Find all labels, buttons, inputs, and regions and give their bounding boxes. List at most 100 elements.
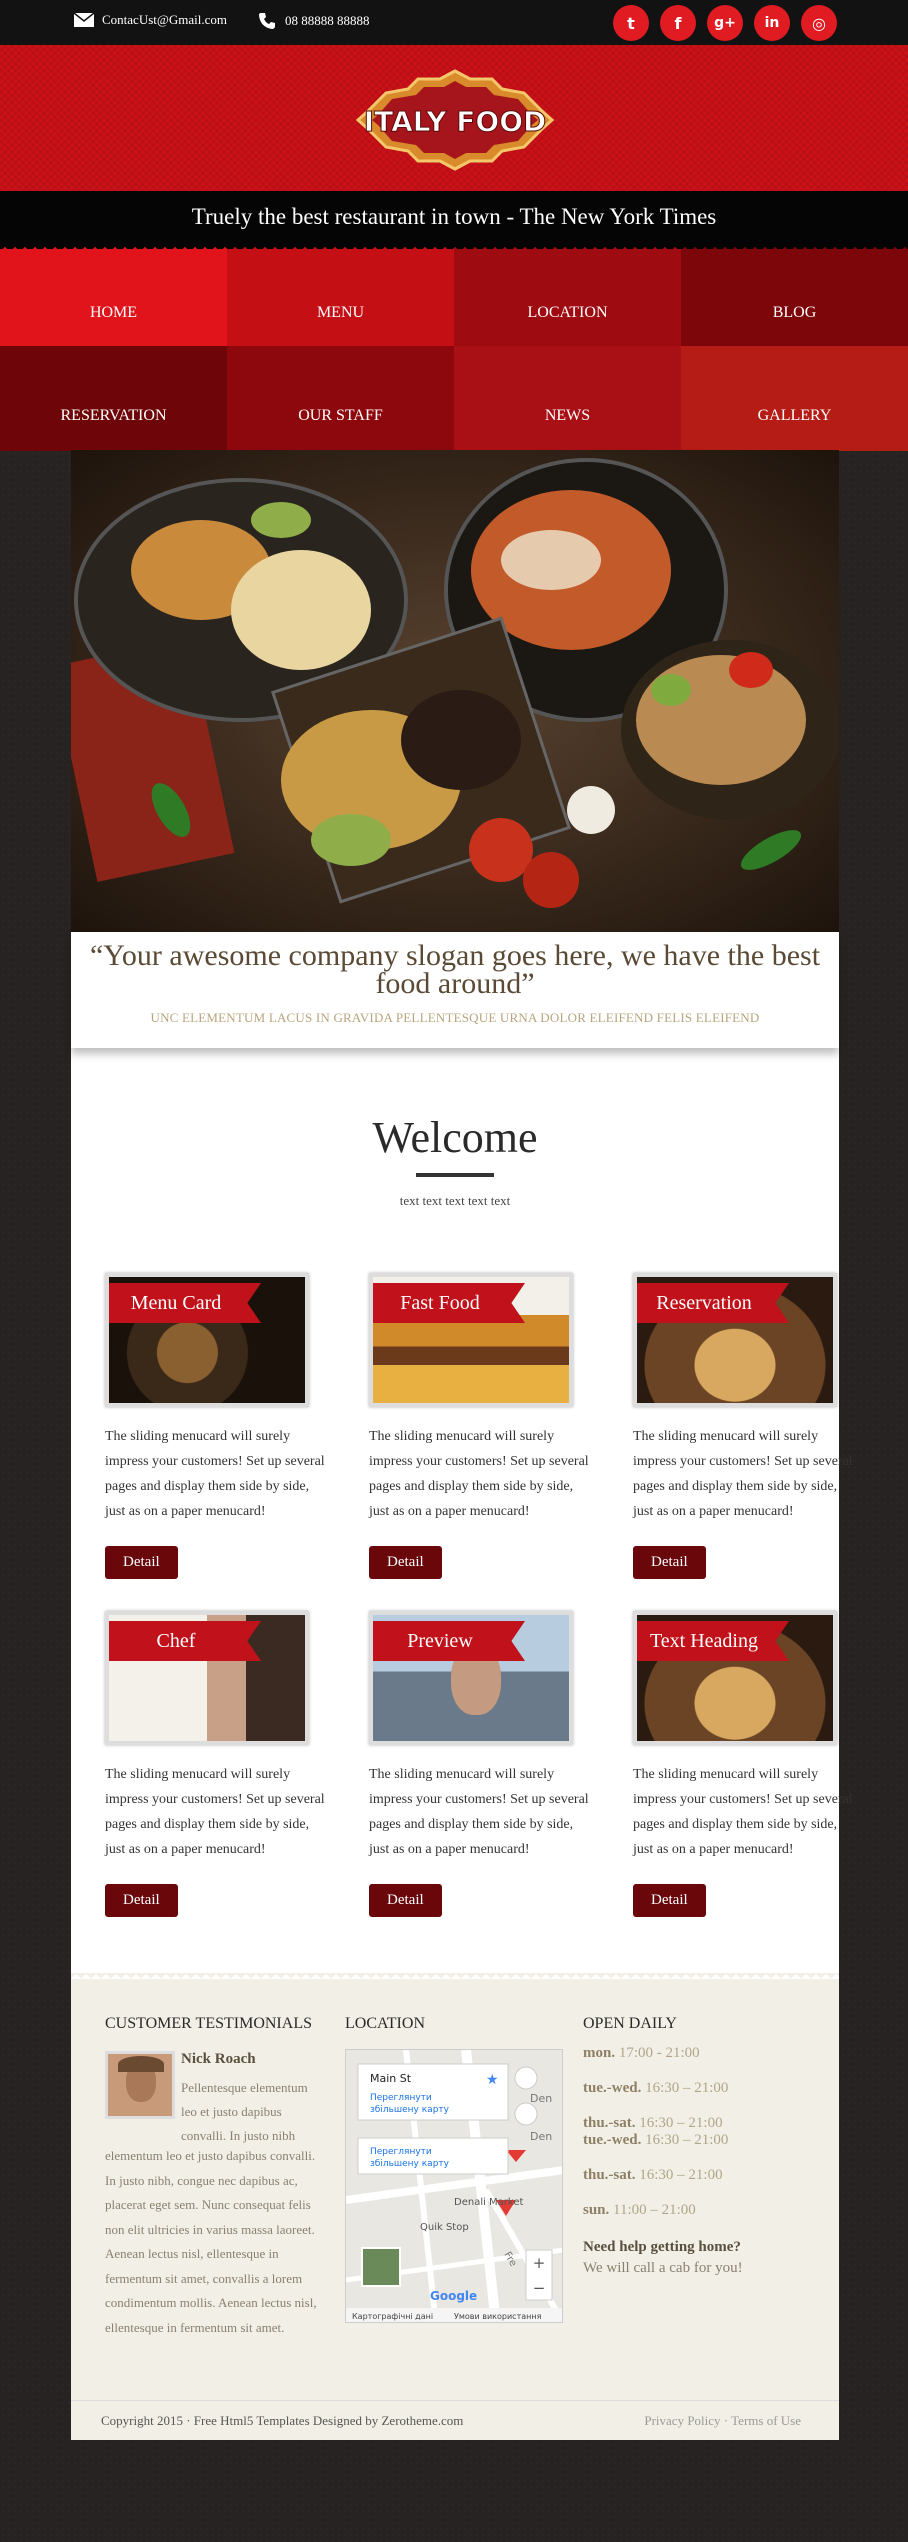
slogan-box: “Your awesome company slogan goes here, …: [71, 932, 839, 1048]
food-platter-image: [71, 450, 839, 932]
linkedin-icon[interactable]: in: [754, 5, 790, 41]
nav-label: NEWS: [544, 407, 591, 424]
card-description: The sliding menucard will surely impress…: [633, 1767, 853, 1857]
card-image[interactable]: Text Heading: [633, 1611, 837, 1745]
testimonials: CUSTOMER TESTIMONIALS Nick Roach Pellent…: [105, 2015, 321, 2340]
map-label: Den: [530, 2092, 552, 2105]
email-contact[interactable]: ContacUst@Gmail.com: [74, 12, 227, 28]
card-ribbon: Menu Card: [109, 1283, 261, 1323]
hours-line: sun. 11:00 – 21:00: [583, 2202, 696, 2218]
nav-label: OUR STAFF: [298, 407, 383, 424]
map-place-name: Main St: [370, 2072, 412, 2085]
map-enlarge-link[interactable]: збільшену карту: [370, 2159, 450, 2169]
nav-item-blog[interactable]: BLOG: [681, 243, 908, 346]
avatar: [105, 2051, 175, 2119]
nav-item-our-staff[interactable]: OUR STAFF: [227, 346, 454, 451]
zoom-in-button[interactable]: +: [533, 2254, 546, 2272]
zoom-out-button[interactable]: −: [533, 2279, 546, 2297]
card-image[interactable]: Reservation: [633, 1273, 837, 1407]
testimonials-heading: CUSTOMER TESTIMONIALS: [105, 2015, 312, 2032]
hero-image: [71, 450, 839, 932]
map-label: Denali Market: [454, 2197, 524, 2208]
card-chef: Chef The sliding menucard will surely im…: [105, 1611, 325, 1917]
map-enlarge-link[interactable]: Переглянути: [370, 2147, 432, 2157]
map-enlarge-link[interactable]: Переглянути: [370, 2093, 432, 2103]
instagram-icon[interactable]: ◎: [801, 5, 837, 41]
testimonial-text: Pellentesque elementum leo et justo dapi…: [181, 2080, 308, 2143]
detail-button[interactable]: Detail: [105, 1546, 178, 1579]
email-text: ContacUst@Gmail.com: [102, 12, 227, 27]
tagline-bar: Truely the best restaurant in town - The…: [0, 191, 908, 249]
copyright-text[interactable]: Copyright 2015 · Free Html5 Templates De…: [101, 2413, 463, 2440]
card-description: The sliding menucard will surely impress…: [105, 1767, 325, 1857]
hours-line: thu.-sat. 16:30 – 21:00: [583, 2115, 723, 2131]
card-ribbon: Reservation: [637, 1283, 789, 1323]
street-view-icon[interactable]: [514, 2066, 538, 2090]
card-description: The sliding menucard will surely impress…: [105, 1429, 325, 1519]
nav-item-location[interactable]: LOCATION: [454, 243, 681, 346]
card-image[interactable]: Chef: [105, 1611, 309, 1745]
nav-item-reservation[interactable]: RESERVATION: [0, 346, 227, 451]
phone-icon: [259, 13, 275, 29]
mail-icon: [74, 13, 94, 27]
nav-item-gallery[interactable]: GALLERY: [681, 346, 908, 451]
opening-hours: OPEN DAILY mon. 17:00 - 21:00 tue.-wed. …: [583, 2015, 813, 2340]
google-plus-icon[interactable]: g+: [707, 5, 743, 41]
hours-line: mon. 17:00 - 21:00: [583, 2045, 700, 2061]
main-content: “Your awesome company slogan goes here, …: [71, 450, 853, 2440]
top-bar: ContacUst@Gmail.com 08 88888 88888 t f g…: [0, 0, 908, 45]
tagline: Truely the best restaurant in town - The…: [191, 204, 717, 229]
satellite-toggle[interactable]: [361, 2247, 401, 2287]
cab-heading: Need help getting home?: [583, 2239, 741, 2255]
detail-button[interactable]: Detail: [633, 1546, 706, 1579]
footer-links[interactable]: Privacy Policy · Terms of Use: [644, 2413, 801, 2440]
nav-label: RESERVATION: [60, 407, 167, 424]
location-heading: LOCATION: [345, 2015, 425, 2032]
detail-button[interactable]: Detail: [105, 1884, 178, 1917]
nav-label: HOME: [89, 304, 138, 321]
card-image[interactable]: Fast Food: [369, 1273, 573, 1407]
card-description: The sliding menucard will surely impress…: [369, 1429, 589, 1519]
hours-line: thu.-sat. 16:30 – 21:00: [583, 2167, 723, 2183]
map-label: Quik Stop: [420, 2222, 469, 2233]
nav-item-menu[interactable]: MENU: [227, 243, 454, 346]
card-preview: Preview The sliding menucard will surely…: [369, 1611, 589, 1917]
feature-cards: Menu Card The sliding menucard will sure…: [71, 1209, 853, 1917]
card-text-heading: Text Heading The sliding menucard will s…: [633, 1611, 853, 1917]
card-reservation: Reservation The sliding menucard will su…: [633, 1273, 853, 1579]
card-description: The sliding menucard will surely impress…: [369, 1767, 589, 1857]
card-ribbon: Chef: [109, 1621, 261, 1661]
google-logo: Google: [430, 2289, 477, 2303]
header: ITALY FOOD: [0, 45, 908, 191]
testimonial-text-continued: elementum leo et justo dapibus convalli.…: [105, 2148, 317, 2335]
phone-contact[interactable]: 08 88888 88888: [258, 12, 370, 30]
logo[interactable]: ITALY FOOD: [352, 65, 558, 175]
nav-item-home[interactable]: HOME: [0, 243, 227, 346]
facebook-icon[interactable]: f: [660, 5, 696, 41]
twitter-icon[interactable]: t: [613, 5, 649, 41]
card-image[interactable]: Menu Card: [105, 1273, 309, 1407]
detail-button[interactable]: Detail: [633, 1884, 706, 1917]
card-ribbon: Fast Food: [373, 1283, 525, 1323]
map-enlarge-link[interactable]: збільшену карту: [370, 2105, 450, 2115]
detail-button[interactable]: Detail: [369, 1884, 442, 1917]
footer-widgets: CUSTOMER TESTIMONIALS Nick Roach Pellent…: [71, 1973, 839, 2400]
detail-button[interactable]: Detail: [369, 1546, 442, 1579]
street-view-icon[interactable]: [514, 2102, 538, 2126]
star-icon[interactable]: ★: [486, 2072, 499, 2088]
card-ribbon: Preview: [373, 1621, 525, 1661]
map-terms-link[interactable]: Умови використання: [454, 2312, 542, 2321]
nav-label: MENU: [316, 304, 365, 321]
card-menu-card: Menu Card The sliding menucard will sure…: [105, 1273, 325, 1579]
welcome-subtitle: text text text text text: [399, 1193, 511, 1208]
location: LOCATION Den Den Denali Market Quik Stop…: [345, 2015, 563, 2340]
map-embed[interactable]: Den Den Denali Market Quik Stop Fre Main…: [345, 2049, 563, 2323]
nav-label: GALLERY: [757, 407, 832, 424]
card-fast-food: Fast Food The sliding menucard will sure…: [369, 1273, 589, 1579]
slogan-text: “Your awesome company slogan goes here, …: [89, 939, 821, 1000]
welcome-section: Welcome text text text text text: [71, 1048, 839, 1209]
nav-label: BLOG: [772, 304, 817, 321]
card-image[interactable]: Preview: [369, 1611, 573, 1745]
nav-item-news[interactable]: NEWS: [454, 346, 681, 451]
nav-label: LOCATION: [527, 304, 608, 321]
